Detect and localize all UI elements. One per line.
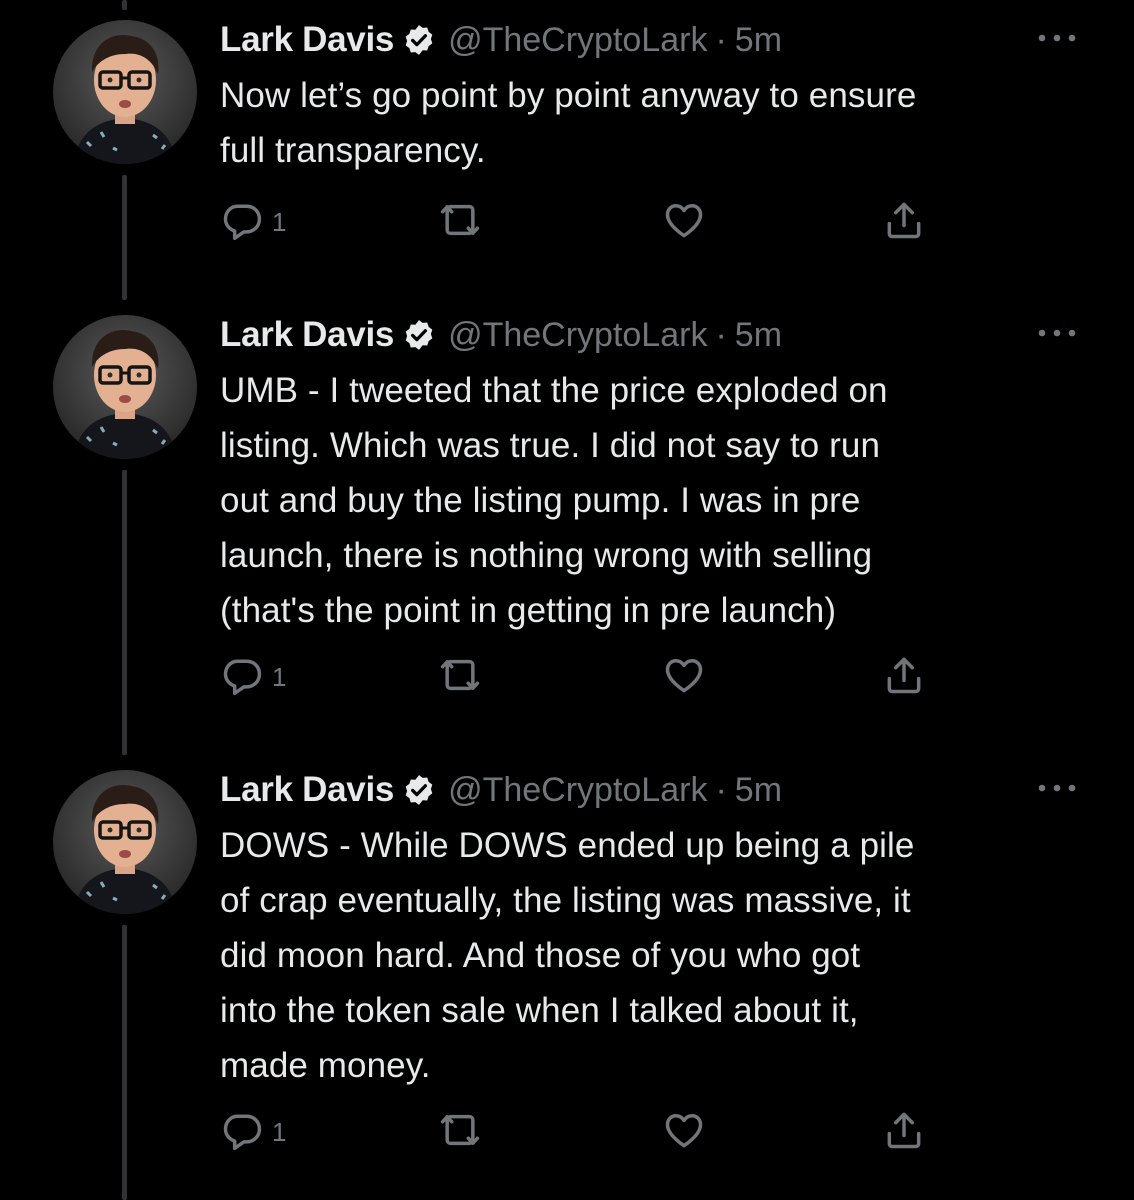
profile-photo-icon xyxy=(73,785,177,914)
author-handle[interactable]: @TheCryptoLark xyxy=(448,316,707,355)
reply-count: 1 xyxy=(272,661,287,692)
reply-icon xyxy=(220,653,264,702)
reply-button[interactable]: 1 xyxy=(220,653,286,701)
avatar[interactable] xyxy=(53,770,197,914)
author-name[interactable]: Lark Davis xyxy=(220,770,394,810)
reply-button[interactable]: 1 xyxy=(220,1108,286,1156)
tweet-actions: 1 xyxy=(220,653,1020,701)
retweet-button[interactable] xyxy=(438,653,482,701)
timestamp[interactable]: 5m xyxy=(735,771,782,810)
tweet[interactable]: Lark Davis @TheCryptoLark · 5m UMB - I t… xyxy=(0,295,1134,755)
tweet-thread: Lark Davis @TheCryptoLark · 5m Now let’s… xyxy=(0,0,1134,1200)
like-button[interactable] xyxy=(662,653,706,701)
avatar[interactable] xyxy=(53,315,197,459)
verified-badge-icon xyxy=(402,23,436,57)
share-icon xyxy=(882,1108,926,1157)
separator-dot: · xyxy=(715,770,727,809)
retweet-button[interactable] xyxy=(438,1108,482,1156)
profile-photo-icon xyxy=(73,330,177,459)
tweet-text: Now let’s go point by point anyway to en… xyxy=(220,76,917,170)
timestamp[interactable]: 5m xyxy=(735,316,782,355)
reply-button[interactable]: 1 xyxy=(220,198,286,246)
tweet-actions: 1 xyxy=(220,1108,1020,1156)
share-button[interactable] xyxy=(882,1108,926,1156)
verified-badge-icon xyxy=(402,773,436,807)
author-handle[interactable]: @TheCryptoLark xyxy=(448,771,707,810)
author-handle[interactable]: @TheCryptoLark xyxy=(448,21,707,60)
separator-dot: · xyxy=(715,20,727,59)
tweet-header: Lark Davis @TheCryptoLark · 5m xyxy=(220,315,782,355)
retweet-icon xyxy=(438,198,482,247)
tweet-text: DOWS - While DOWS ended up being a pile … xyxy=(220,826,915,1085)
reply-icon xyxy=(220,198,264,247)
more-options-icon[interactable] xyxy=(1034,325,1080,341)
reply-count: 1 xyxy=(272,206,287,237)
author-name[interactable]: Lark Davis xyxy=(220,20,394,60)
verified-badge-icon xyxy=(402,318,436,352)
like-button[interactable] xyxy=(662,1108,706,1156)
profile-photo-icon xyxy=(73,35,177,164)
tweet-header: Lark Davis @TheCryptoLark · 5m xyxy=(220,770,782,810)
retweet-icon xyxy=(438,1108,482,1157)
tweet[interactable]: Lark Davis @TheCryptoLark · 5m DOWS - Wh… xyxy=(0,750,1134,1200)
like-button[interactable] xyxy=(662,198,706,246)
retweet-icon xyxy=(438,653,482,702)
reply-count: 1 xyxy=(272,1116,287,1147)
tweet-actions: 1 xyxy=(220,198,1020,246)
tweet-header: Lark Davis @TheCryptoLark · 5m xyxy=(220,20,782,60)
more-options-icon[interactable] xyxy=(1034,30,1080,46)
separator-dot: · xyxy=(715,315,727,354)
heart-icon xyxy=(662,653,706,702)
heart-icon xyxy=(662,1108,706,1157)
more-options-icon[interactable] xyxy=(1034,780,1080,796)
share-icon xyxy=(882,198,926,247)
retweet-button[interactable] xyxy=(438,198,482,246)
heart-icon xyxy=(662,198,706,247)
share-button[interactable] xyxy=(882,198,926,246)
reply-icon xyxy=(220,1108,264,1157)
tweet[interactable]: Lark Davis @TheCryptoLark · 5m Now let’s… xyxy=(0,0,1134,300)
share-button[interactable] xyxy=(882,653,926,701)
author-name[interactable]: Lark Davis xyxy=(220,315,394,355)
tweet-text: UMB - I tweeted that the price exploded … xyxy=(220,371,888,630)
timestamp[interactable]: 5m xyxy=(735,21,782,60)
avatar[interactable] xyxy=(53,20,197,164)
share-icon xyxy=(882,653,926,702)
